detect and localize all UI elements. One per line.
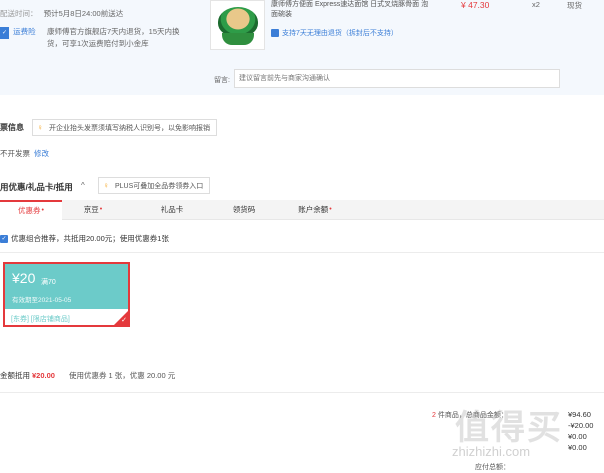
invoice-edit-link[interactable]: 修改 bbox=[34, 149, 49, 158]
delivery-label: 配送时间： bbox=[0, 9, 38, 18]
lightbulb-icon: ♀ bbox=[103, 181, 109, 190]
coupon-amount: ¥20 bbox=[12, 270, 36, 286]
product-service: 支持7天无理由退货（拆封后不支持） bbox=[271, 28, 398, 38]
total-freight: ¥0.00 bbox=[568, 432, 587, 441]
delivery-value: 预计5月8日24:00前送达 bbox=[43, 9, 124, 18]
product-quantity: x2 bbox=[532, 0, 540, 9]
divider bbox=[0, 252, 604, 253]
coupon-header: ¥20 满70 有效期至2021-05-05 bbox=[5, 264, 128, 309]
total-goods-amount: ¥94.60 bbox=[568, 410, 591, 419]
chevron-up-icon[interactable]: ^ bbox=[81, 181, 85, 190]
invoice-value: 不开发票 修改 bbox=[0, 148, 49, 159]
discount-title: 用优惠/礼品卡/抵用 bbox=[0, 182, 73, 192]
return-policy-icon bbox=[271, 29, 279, 38]
combo-checkbox[interactable]: ✓ bbox=[0, 235, 8, 244]
coupon-tag: [限店铺商品] bbox=[30, 316, 70, 323]
invoice-type: 不开发票 bbox=[0, 149, 30, 158]
coupon-limit: 满70 bbox=[41, 279, 56, 286]
watermark-url: zhizhizhi.com bbox=[452, 444, 531, 459]
invoice-title: 票信息 bbox=[0, 123, 24, 132]
product-price: ¥ 47.30 bbox=[461, 0, 490, 10]
summary-label: 金额抵用 bbox=[0, 371, 30, 380]
divider bbox=[0, 392, 604, 393]
summary-desc: 使用优惠券 1 张，优惠 20.00 元 bbox=[68, 371, 176, 380]
combo-text: 优惠组合推荐，共抵用20.00元；使用优惠券1张 bbox=[11, 234, 169, 243]
service-text: 支持7天无理由退货（拆封后不支持） bbox=[282, 30, 398, 37]
remark-input[interactable] bbox=[234, 69, 560, 88]
freight-insurance: ✓ 运费险 康师傅官方旗舰店7天内退货，15天内换货，可享1次运费赔付到小金库 bbox=[0, 26, 196, 48]
stock-status: 现货 bbox=[567, 1, 582, 10]
coupon-expiry: 有效期至2021-05-05 bbox=[12, 297, 72, 304]
freight-label[interactable]: 运费险 bbox=[13, 27, 36, 36]
tab-coupons[interactable]: 优惠券• bbox=[0, 200, 62, 220]
order-left-panel: 配送时间： 预计5月8日24:00前送达 ✓ 运费险 康师傅官方旗舰店7天内退货… bbox=[0, 0, 196, 95]
coupon-card[interactable]: ¥20 满70 有效期至2021-05-05 [东券] [限店铺商品] ✓ bbox=[3, 262, 130, 327]
order-section: 配送时间： 预计5月8日24:00前送达 ✓ 运费险 康师傅官方旗舰店7天内退货… bbox=[0, 0, 604, 95]
watermark-logo: 值得买 bbox=[455, 409, 563, 447]
plus-notice-text: PLUS可叠加全品券领券入口 bbox=[115, 183, 204, 190]
freight-text: 康师傅官方旗舰店7天内退货，15天内换货，可享1次运费赔付到小金库 bbox=[47, 27, 180, 48]
plus-coupon-notice[interactable]: ♀ PLUS可叠加全品券领券入口 bbox=[98, 177, 211, 194]
total-discount: -¥20.00 bbox=[568, 421, 594, 430]
checkmark-icon: ✓ bbox=[121, 317, 127, 324]
tab-jd-beans[interactable]: 京豆• bbox=[62, 200, 124, 220]
product-image[interactable] bbox=[210, 0, 265, 50]
shield-icon: ✓ bbox=[0, 27, 10, 39]
tab-account-balance[interactable]: 账户余额• bbox=[284, 200, 346, 220]
invoice-notice: ♀ 开企业抬头发票须填写纳税人识别号，以免影响报销 bbox=[32, 119, 217, 136]
payable-label: 应付总额： bbox=[475, 464, 510, 471]
product-title[interactable]: 康师傅方便面 Express速达面馆 日式叉烧豚骨面 泡面碗装 bbox=[271, 0, 431, 20]
delivery-time: 配送时间： 预计5月8日24:00前送达 bbox=[0, 8, 123, 19]
tab-pickup-code[interactable]: 领货码 bbox=[213, 200, 275, 220]
invoice-notice-text: 开企业抬头发票须填写纳税人识别号，以免影响报销 bbox=[49, 125, 210, 132]
coupon-tag: [东券] bbox=[11, 316, 29, 323]
combo-recommendation: ✓ 优惠组合推荐，共抵用20.00元；使用优惠券1张 bbox=[0, 233, 169, 244]
discount-summary: 金额抵用 ¥20.00 使用优惠券 1 张，优惠 20.00 元 bbox=[0, 370, 175, 381]
discount-tabs: 优惠券• 京豆• 礼品卡 领货码 账户余额• bbox=[0, 200, 604, 220]
remark-label: 留言: bbox=[214, 77, 230, 84]
lightbulb-icon: ♀ bbox=[37, 123, 43, 132]
tab-gift-card[interactable]: 礼品卡 bbox=[141, 200, 203, 220]
summary-amount: ¥20.00 bbox=[32, 371, 55, 380]
goods-count: 2 bbox=[432, 412, 436, 419]
coupon-tags: [东券] [限店铺商品] bbox=[11, 314, 72, 324]
total-other: ¥0.00 bbox=[568, 443, 587, 452]
